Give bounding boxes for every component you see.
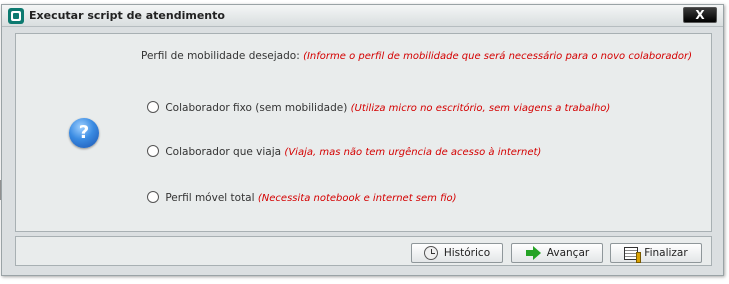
dialog-window: Executar script de atendimento X ? Perfi… bbox=[1, 4, 724, 276]
radio-full-mobile[interactable] bbox=[147, 191, 159, 203]
close-button[interactable]: X bbox=[683, 7, 717, 23]
history-label: Histórico bbox=[443, 247, 491, 259]
dialog-title: Executar script de atendimento bbox=[29, 9, 225, 22]
history-icon bbox=[423, 246, 438, 260]
button-bar: Histórico Avançar Finalizar bbox=[15, 236, 712, 266]
option-fixed-collaborator[interactable]: Colaborador fixo (sem mobilidade) (Utili… bbox=[147, 101, 610, 114]
title-bar[interactable]: Executar script de atendimento X bbox=[2, 5, 723, 27]
radio-fixed[interactable] bbox=[147, 101, 159, 113]
option-label: Colaborador que viaja bbox=[165, 146, 282, 158]
question-text: Perfil de mobilidade desejado: (Informe … bbox=[141, 47, 701, 66]
option-full-mobile[interactable]: Perfil móvel total (Necessita notebook e… bbox=[147, 191, 457, 204]
finish-button[interactable]: Finalizar bbox=[610, 243, 702, 263]
option-hint: (Utiliza micro no escritório, sem viagen… bbox=[350, 103, 611, 114]
option-traveling-collaborator[interactable]: Colaborador que viaja (Viaja, mas não te… bbox=[147, 145, 541, 158]
history-button[interactable]: Histórico bbox=[411, 243, 503, 263]
next-button[interactable]: Avançar bbox=[511, 243, 603, 263]
finish-icon bbox=[624, 246, 642, 263]
script-content-panel: ? Perfil de mobilidade desejado: (Inform… bbox=[15, 33, 712, 232]
close-icon: X bbox=[695, 8, 705, 22]
option-hint: (Viaja, mas não tem urgência de acesso à… bbox=[284, 147, 542, 158]
next-arrow-icon bbox=[525, 246, 541, 260]
app-logo-icon bbox=[8, 8, 24, 24]
option-label: Perfil móvel total bbox=[165, 192, 255, 204]
finish-label: Finalizar bbox=[644, 247, 688, 259]
help-icon: ? bbox=[69, 118, 99, 148]
next-label: Avançar bbox=[546, 247, 590, 259]
option-hint: (Necessita notebook e internet sem fio) bbox=[257, 193, 457, 204]
option-label: Colaborador fixo (sem mobilidade) bbox=[165, 102, 348, 114]
radio-traveling[interactable] bbox=[147, 145, 159, 157]
question-hint: (Informe o perfil de mobilidade que será… bbox=[303, 51, 693, 62]
question-label: Perfil de mobilidade desejado: bbox=[141, 50, 300, 62]
